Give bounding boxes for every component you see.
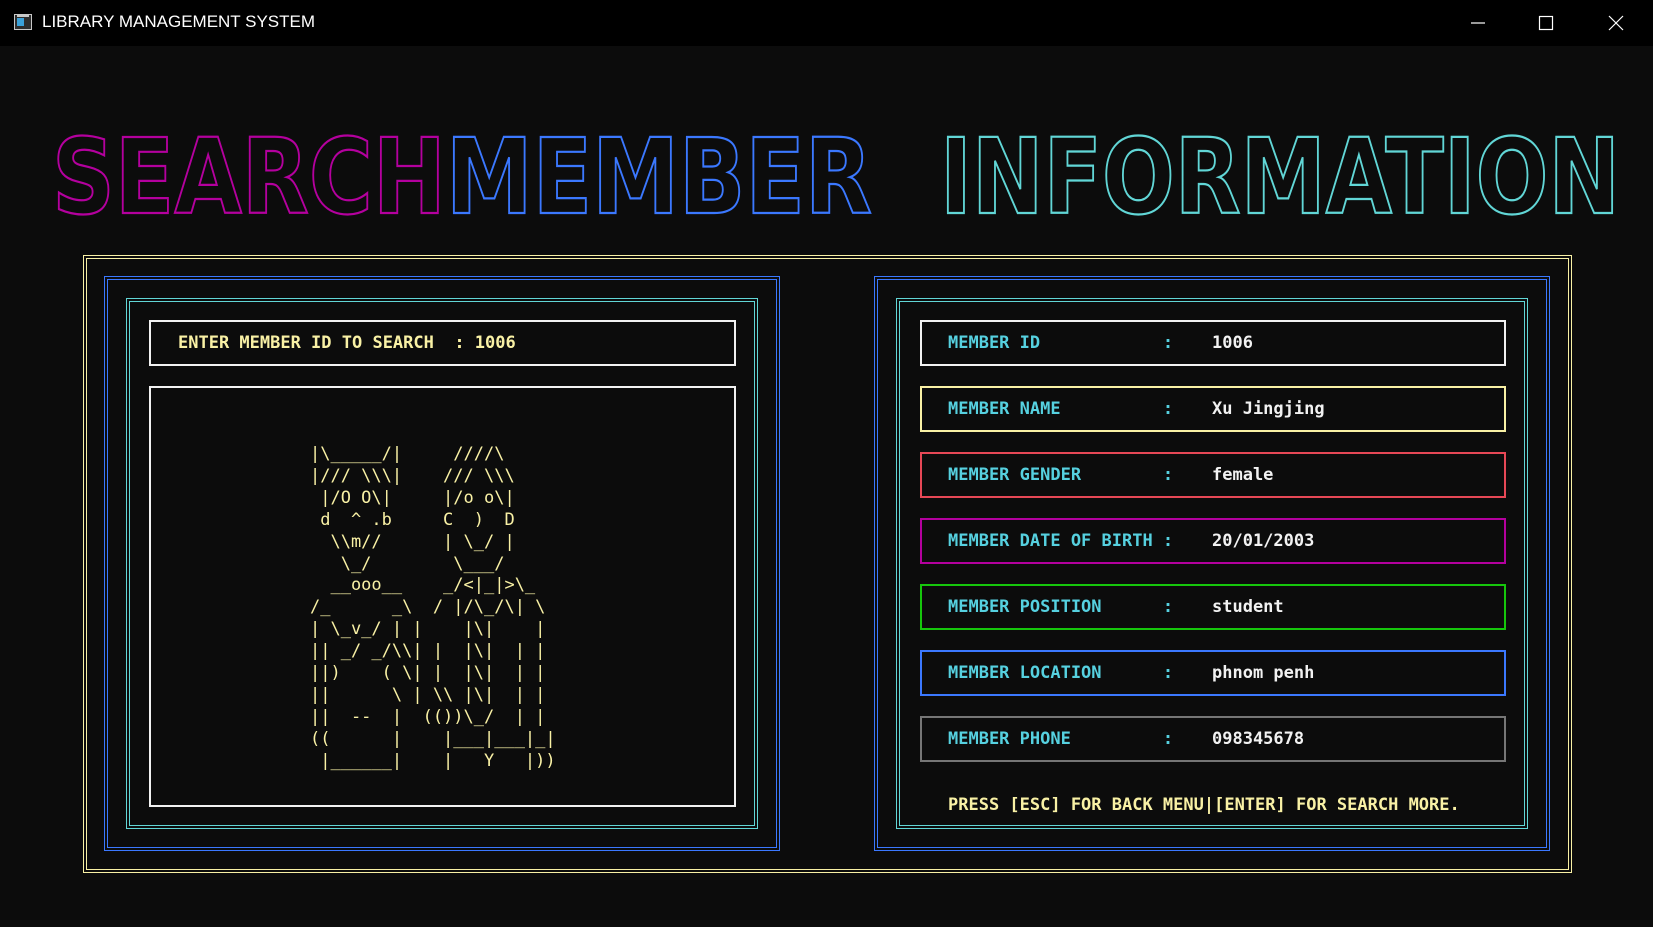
ascii-art-illustration: |\_____/| ////\ |/// \\\| /// \\\ |/O O\|… [310, 444, 556, 773]
member-field-label: MEMBER LOCATION : [948, 663, 1174, 683]
window-title: LIBRARY MANAGEMENT SYSTEM [42, 12, 316, 31]
svg-text:SEARCHMEMBER: SEARCHMEMBER [52, 120, 872, 222]
ascii-art-line: || -- | (())\_/ | | [310, 706, 546, 727]
ascii-art-line: __ooo__ _/<|_|>\_ [310, 575, 536, 596]
member-field-label: MEMBER NAME : [948, 399, 1174, 419]
ascii-art-line: d ^ .b C ) D [310, 509, 515, 530]
member-field-value: 20/01/2003 [1212, 531, 1315, 551]
banner-word-information: INFORMATION [940, 120, 1620, 222]
console-app-icon [14, 14, 32, 30]
close-icon [1608, 15, 1624, 31]
window-titlebar: LIBRARY MANAGEMENT SYSTEM [0, 0, 1653, 46]
minimize-button[interactable] [1443, 0, 1513, 46]
member-field-label: MEMBER DATE OF BIRTH : [948, 531, 1174, 551]
maximize-button[interactable] [1511, 0, 1581, 46]
ascii-art-line: \_/ \___/ [310, 553, 505, 574]
ascii-art-line: /_ _\ / |/\_/\| \ [310, 597, 546, 618]
ascii-art-line: |\_____/| ////\ [310, 444, 505, 464]
ascii-art-line: |______| | Y |)) [310, 750, 556, 771]
ascii-art-line: || _/ _/\\| | |\| | | [310, 641, 546, 662]
search-prompt: ENTER MEMBER ID TO SEARCH : 1006 [178, 333, 516, 353]
ascii-art-line: \\m// | \_/ | [310, 531, 515, 552]
member-field-label: MEMBER PHONE : [948, 729, 1174, 749]
page-banner: SEARCHMEMBER INFORMATION [52, 120, 1622, 222]
banner-art: SEARCHMEMBER INFORMATION [52, 120, 1621, 222]
member-field-value: student [1212, 597, 1284, 617]
ascii-art-line: | \_v_/ | | |\| | [310, 619, 546, 640]
member-field-value: phnom penh [1212, 663, 1315, 683]
minimize-icon [1471, 22, 1485, 24]
banner-word-search: SEARCH [52, 120, 446, 222]
member-field-value: 1006 [1212, 333, 1253, 353]
member-field-value: Xu Jingjing [1212, 399, 1325, 419]
ascii-art-line: || \ | \\ |\| | | [310, 684, 546, 705]
ascii-art-line: |/O O\| |/o o\| [310, 487, 515, 508]
ascii-art-line: (( | |___|___|_| [310, 728, 556, 749]
member-field-label: MEMBER GENDER : [948, 465, 1174, 485]
member-field-value: female [1212, 465, 1274, 485]
member-field-label: MEMBER ID : [948, 333, 1174, 353]
member-field-value: 098345678 [1212, 729, 1305, 749]
banner-word-member: MEMBER [446, 120, 872, 222]
close-button[interactable] [1581, 0, 1651, 46]
ascii-art-line: |/// \\\| /// \\\ [310, 465, 515, 486]
ascii-art-line: ||) ( \| | |\| | | [310, 663, 546, 684]
navigation-hint: PRESS [ESC] FOR BACK MENU|[ENTER] FOR SE… [948, 795, 1460, 815]
maximize-icon [1538, 15, 1554, 31]
member-field-label: MEMBER POSITION : [948, 597, 1174, 617]
